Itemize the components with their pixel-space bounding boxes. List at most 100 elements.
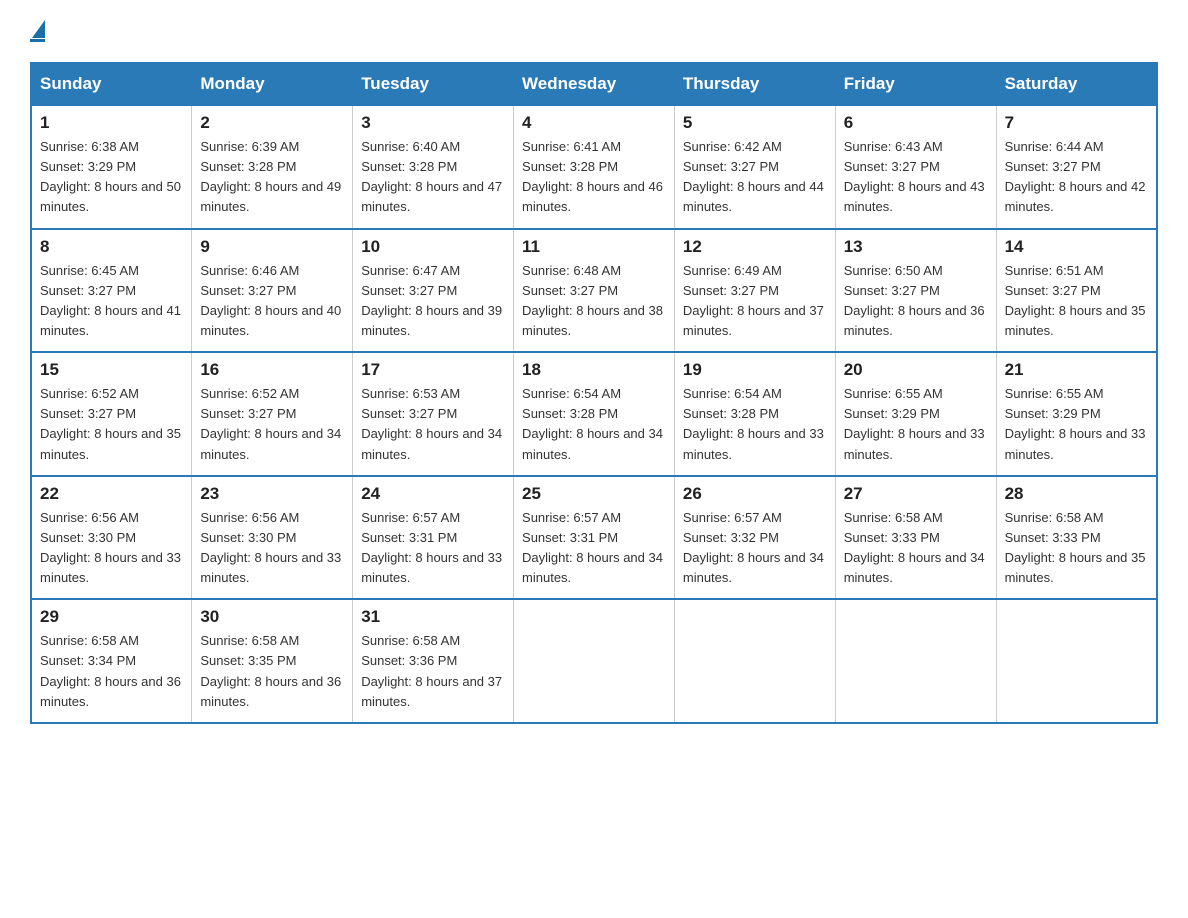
day-number: 9: [200, 237, 344, 257]
calendar-cell: [674, 599, 835, 723]
day-info: Sunrise: 6:58 AMSunset: 3:34 PMDaylight:…: [40, 633, 181, 708]
weekday-header-tuesday: Tuesday: [353, 63, 514, 105]
day-info: Sunrise: 6:52 AMSunset: 3:27 PMDaylight:…: [40, 386, 181, 461]
calendar-cell: 20 Sunrise: 6:55 AMSunset: 3:29 PMDaylig…: [835, 352, 996, 476]
day-number: 25: [522, 484, 666, 504]
day-number: 21: [1005, 360, 1148, 380]
calendar-cell: 4 Sunrise: 6:41 AMSunset: 3:28 PMDayligh…: [514, 105, 675, 229]
logo: [30, 20, 45, 42]
day-info: Sunrise: 6:39 AMSunset: 3:28 PMDaylight:…: [200, 139, 341, 214]
day-info: Sunrise: 6:45 AMSunset: 3:27 PMDaylight:…: [40, 263, 181, 338]
day-number: 30: [200, 607, 344, 627]
day-number: 23: [200, 484, 344, 504]
day-info: Sunrise: 6:57 AMSunset: 3:32 PMDaylight:…: [683, 510, 824, 585]
day-info: Sunrise: 6:47 AMSunset: 3:27 PMDaylight:…: [361, 263, 502, 338]
weekday-header-sunday: Sunday: [31, 63, 192, 105]
day-number: 3: [361, 113, 505, 133]
day-number: 16: [200, 360, 344, 380]
page-header: [30, 20, 1158, 42]
day-info: Sunrise: 6:48 AMSunset: 3:27 PMDaylight:…: [522, 263, 663, 338]
day-info: Sunrise: 6:49 AMSunset: 3:27 PMDaylight:…: [683, 263, 824, 338]
calendar-cell: 29 Sunrise: 6:58 AMSunset: 3:34 PMDaylig…: [31, 599, 192, 723]
calendar-cell: 16 Sunrise: 6:52 AMSunset: 3:27 PMDaylig…: [192, 352, 353, 476]
week-row-3: 15 Sunrise: 6:52 AMSunset: 3:27 PMDaylig…: [31, 352, 1157, 476]
day-number: 4: [522, 113, 666, 133]
calendar-cell: 17 Sunrise: 6:53 AMSunset: 3:27 PMDaylig…: [353, 352, 514, 476]
weekday-header-friday: Friday: [835, 63, 996, 105]
calendar-cell: 22 Sunrise: 6:56 AMSunset: 3:30 PMDaylig…: [31, 476, 192, 600]
calendar-cell: [514, 599, 675, 723]
day-number: 5: [683, 113, 827, 133]
calendar-cell: 8 Sunrise: 6:45 AMSunset: 3:27 PMDayligh…: [31, 229, 192, 353]
day-info: Sunrise: 6:50 AMSunset: 3:27 PMDaylight:…: [844, 263, 985, 338]
week-row-2: 8 Sunrise: 6:45 AMSunset: 3:27 PMDayligh…: [31, 229, 1157, 353]
day-number: 12: [683, 237, 827, 257]
day-info: Sunrise: 6:58 AMSunset: 3:35 PMDaylight:…: [200, 633, 341, 708]
calendar-cell: 13 Sunrise: 6:50 AMSunset: 3:27 PMDaylig…: [835, 229, 996, 353]
calendar-cell: 1 Sunrise: 6:38 AMSunset: 3:29 PMDayligh…: [31, 105, 192, 229]
calendar-cell: 2 Sunrise: 6:39 AMSunset: 3:28 PMDayligh…: [192, 105, 353, 229]
week-row-5: 29 Sunrise: 6:58 AMSunset: 3:34 PMDaylig…: [31, 599, 1157, 723]
calendar-cell: 25 Sunrise: 6:57 AMSunset: 3:31 PMDaylig…: [514, 476, 675, 600]
day-number: 14: [1005, 237, 1148, 257]
calendar-cell: [835, 599, 996, 723]
day-info: Sunrise: 6:58 AMSunset: 3:33 PMDaylight:…: [1005, 510, 1146, 585]
week-row-4: 22 Sunrise: 6:56 AMSunset: 3:30 PMDaylig…: [31, 476, 1157, 600]
calendar-cell: 30 Sunrise: 6:58 AMSunset: 3:35 PMDaylig…: [192, 599, 353, 723]
calendar-cell: 28 Sunrise: 6:58 AMSunset: 3:33 PMDaylig…: [996, 476, 1157, 600]
calendar-cell: 10 Sunrise: 6:47 AMSunset: 3:27 PMDaylig…: [353, 229, 514, 353]
calendar-cell: 5 Sunrise: 6:42 AMSunset: 3:27 PMDayligh…: [674, 105, 835, 229]
day-info: Sunrise: 6:41 AMSunset: 3:28 PMDaylight:…: [522, 139, 663, 214]
day-number: 31: [361, 607, 505, 627]
day-info: Sunrise: 6:42 AMSunset: 3:27 PMDaylight:…: [683, 139, 824, 214]
calendar-cell: 19 Sunrise: 6:54 AMSunset: 3:28 PMDaylig…: [674, 352, 835, 476]
day-info: Sunrise: 6:57 AMSunset: 3:31 PMDaylight:…: [522, 510, 663, 585]
day-info: Sunrise: 6:57 AMSunset: 3:31 PMDaylight:…: [361, 510, 502, 585]
day-info: Sunrise: 6:58 AMSunset: 3:33 PMDaylight:…: [844, 510, 985, 585]
calendar-cell: 21 Sunrise: 6:55 AMSunset: 3:29 PMDaylig…: [996, 352, 1157, 476]
calendar-cell: 14 Sunrise: 6:51 AMSunset: 3:27 PMDaylig…: [996, 229, 1157, 353]
day-info: Sunrise: 6:56 AMSunset: 3:30 PMDaylight:…: [200, 510, 341, 585]
day-number: 24: [361, 484, 505, 504]
weekday-header-monday: Monday: [192, 63, 353, 105]
day-info: Sunrise: 6:44 AMSunset: 3:27 PMDaylight:…: [1005, 139, 1146, 214]
calendar-cell: 6 Sunrise: 6:43 AMSunset: 3:27 PMDayligh…: [835, 105, 996, 229]
calendar-cell: 3 Sunrise: 6:40 AMSunset: 3:28 PMDayligh…: [353, 105, 514, 229]
day-info: Sunrise: 6:38 AMSunset: 3:29 PMDaylight:…: [40, 139, 181, 214]
day-info: Sunrise: 6:53 AMSunset: 3:27 PMDaylight:…: [361, 386, 502, 461]
day-info: Sunrise: 6:40 AMSunset: 3:28 PMDaylight:…: [361, 139, 502, 214]
day-number: 11: [522, 237, 666, 257]
calendar-cell: 12 Sunrise: 6:49 AMSunset: 3:27 PMDaylig…: [674, 229, 835, 353]
day-number: 17: [361, 360, 505, 380]
calendar-cell: 15 Sunrise: 6:52 AMSunset: 3:27 PMDaylig…: [31, 352, 192, 476]
day-number: 22: [40, 484, 183, 504]
day-number: 6: [844, 113, 988, 133]
weekday-header-thursday: Thursday: [674, 63, 835, 105]
weekday-header-row: SundayMondayTuesdayWednesdayThursdayFrid…: [31, 63, 1157, 105]
day-number: 29: [40, 607, 183, 627]
day-number: 10: [361, 237, 505, 257]
day-number: 19: [683, 360, 827, 380]
day-info: Sunrise: 6:43 AMSunset: 3:27 PMDaylight:…: [844, 139, 985, 214]
day-info: Sunrise: 6:56 AMSunset: 3:30 PMDaylight:…: [40, 510, 181, 585]
logo-underline: [30, 39, 45, 42]
day-number: 18: [522, 360, 666, 380]
calendar-cell: 26 Sunrise: 6:57 AMSunset: 3:32 PMDaylig…: [674, 476, 835, 600]
week-row-1: 1 Sunrise: 6:38 AMSunset: 3:29 PMDayligh…: [31, 105, 1157, 229]
calendar-table: SundayMondayTuesdayWednesdayThursdayFrid…: [30, 62, 1158, 724]
day-number: 2: [200, 113, 344, 133]
weekday-header-saturday: Saturday: [996, 63, 1157, 105]
day-info: Sunrise: 6:55 AMSunset: 3:29 PMDaylight:…: [1005, 386, 1146, 461]
day-number: 7: [1005, 113, 1148, 133]
calendar-cell: [996, 599, 1157, 723]
day-number: 13: [844, 237, 988, 257]
day-number: 26: [683, 484, 827, 504]
weekday-header-wednesday: Wednesday: [514, 63, 675, 105]
day-number: 1: [40, 113, 183, 133]
day-info: Sunrise: 6:46 AMSunset: 3:27 PMDaylight:…: [200, 263, 341, 338]
day-number: 27: [844, 484, 988, 504]
day-number: 20: [844, 360, 988, 380]
logo-triangle-icon: [32, 20, 45, 38]
calendar-cell: 24 Sunrise: 6:57 AMSunset: 3:31 PMDaylig…: [353, 476, 514, 600]
calendar-cell: 27 Sunrise: 6:58 AMSunset: 3:33 PMDaylig…: [835, 476, 996, 600]
